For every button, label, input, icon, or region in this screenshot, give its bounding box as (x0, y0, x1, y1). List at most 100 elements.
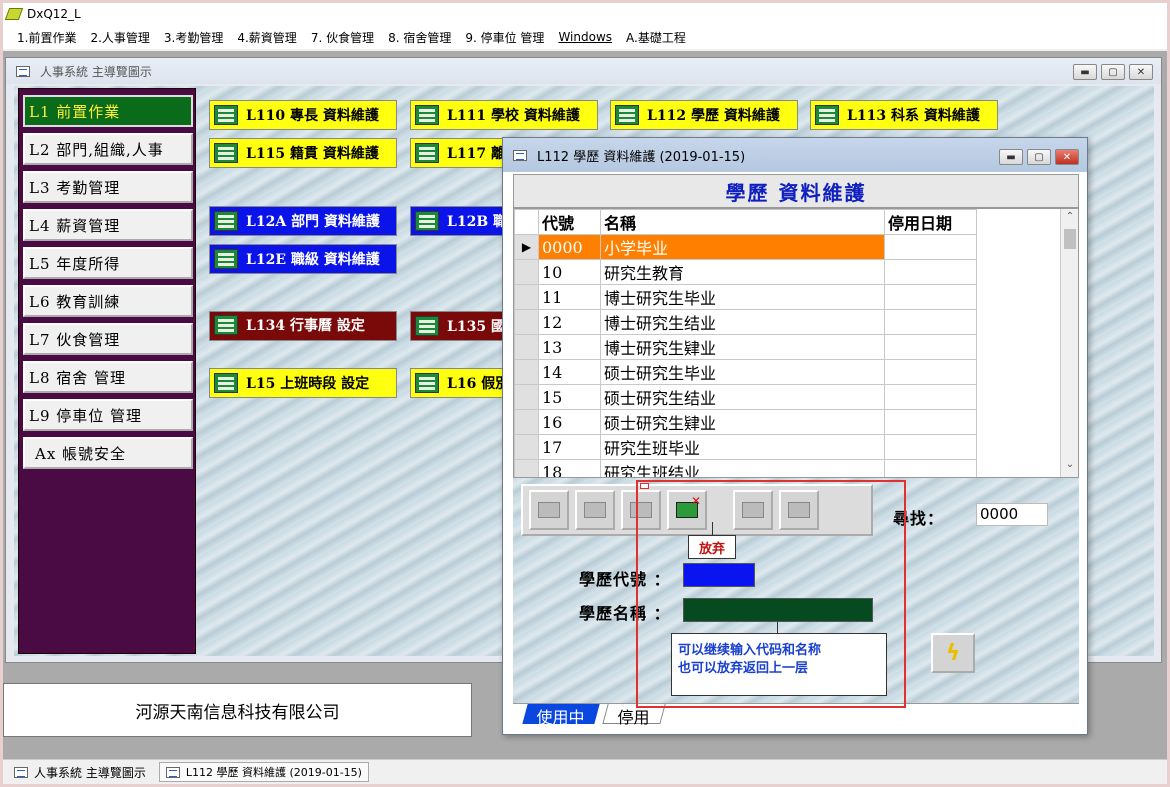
nav-l1[interactable]: L1 前置作業 (23, 95, 193, 127)
module-l117[interactable]: L117 離 (410, 138, 510, 168)
taskbar-item-main[interactable]: 人事系統 主導覽圖示 (7, 762, 153, 782)
taskbar-item-l112[interactable]: L112 學歷 資料維護 (2019-01-15) (158, 762, 369, 782)
edit-icon (584, 502, 606, 518)
table-row[interactable]: 12 博士研究生结业 (514, 309, 977, 335)
menu-item-attendance[interactable]: 3.考勤管理 (164, 29, 223, 46)
menu-item-salary[interactable]: 4.薪資管理 (237, 29, 296, 46)
nav-l6[interactable]: L6 教育訓練 (23, 285, 193, 317)
cell-name[interactable]: 硕士研究生毕业 (600, 359, 885, 385)
table-row[interactable]: 17 研究生班毕业 (514, 434, 977, 460)
module-l15[interactable]: L15 上班時段 設定 (209, 368, 397, 398)
cell-name[interactable]: 博士研究生肄业 (600, 334, 885, 360)
module-l16[interactable]: L16 假別 (410, 368, 510, 398)
cell-disabled-date[interactable] (884, 309, 977, 335)
cell-disabled-date[interactable] (884, 434, 977, 460)
edit-record-button[interactable] (575, 490, 615, 530)
cell-disabled-date[interactable] (884, 409, 977, 435)
scroll-down-icon[interactable]: ⌄ (1061, 459, 1078, 475)
cell-name[interactable]: 博士研究生结业 (600, 309, 885, 335)
table-row[interactable]: ▶ 0000 小学毕业 (514, 234, 977, 260)
module-l12e[interactable]: L12E 職級 資料維護 (209, 244, 397, 274)
menu-item-windows[interactable]: Windows (558, 30, 612, 44)
module-l111[interactable]: L111 學校 資料維護 (410, 100, 598, 130)
scroll-thumb[interactable] (1064, 229, 1076, 249)
cell-disabled-date[interactable] (884, 459, 977, 477)
lightning-icon: ϟ (945, 640, 961, 666)
module-l12a[interactable]: L12A 部門 資料維護 (209, 206, 397, 236)
cell-code[interactable]: 11 (538, 284, 601, 310)
dialog-minimize-button[interactable]: ▬ (999, 149, 1023, 165)
menu-item-base[interactable]: A.基礎工程 (626, 29, 686, 46)
module-l115[interactable]: L115 籍貫 資料維護 (209, 138, 397, 168)
cell-code[interactable]: 14 (538, 359, 601, 385)
col-code[interactable]: 代號 (538, 209, 601, 235)
cell-disabled-date[interactable] (884, 284, 977, 310)
module-icon (415, 373, 439, 393)
nav-l2[interactable]: L2 部門,組織,人事 (23, 133, 193, 165)
nav-l4[interactable]: L4 薪資管理 (23, 209, 193, 241)
minimize-button[interactable]: ▬ (1073, 64, 1097, 80)
cell-code[interactable]: 15 (538, 384, 601, 410)
cell-name[interactable]: 小学毕业 (600, 234, 885, 260)
menu-item-dorm[interactable]: 8. 宿舍管理 (388, 29, 451, 46)
menu-item-hr[interactable]: 2.人事管理 (90, 29, 149, 46)
cell-disabled-date[interactable] (884, 384, 977, 410)
cell-name[interactable]: 硕士研究生肄业 (600, 409, 885, 435)
table-row[interactable]: 14 硕士研究生毕业 (514, 359, 977, 385)
cell-name[interactable]: 硕士研究生结业 (600, 384, 885, 410)
cell-code[interactable]: 17 (538, 434, 601, 460)
col-name[interactable]: 名稱 (600, 209, 885, 235)
module-l135[interactable]: L135 國 (410, 311, 510, 341)
cell-code[interactable]: 12 (538, 309, 601, 335)
nav-l8[interactable]: L8 宿舍 管理 (23, 361, 193, 393)
module-l110[interactable]: L110 專長 資料維護 (209, 100, 397, 130)
dialog-close-button[interactable]: ✕ (1055, 149, 1079, 165)
table-row[interactable]: 10 研究生教育 (514, 259, 977, 285)
nav-l9[interactable]: L9 停車位 管理 (23, 399, 193, 431)
cell-disabled-date[interactable] (884, 359, 977, 385)
nav-l7[interactable]: L7 伙食管理 (23, 323, 193, 355)
module-l12b[interactable]: L12B 職 (410, 206, 510, 236)
cell-disabled-date[interactable] (884, 234, 977, 260)
module-icon (214, 105, 238, 125)
cell-disabled-date[interactable] (884, 259, 977, 285)
scroll-up-icon[interactable]: ⌃ (1061, 211, 1078, 227)
maximize-button[interactable]: ▢ (1101, 64, 1125, 80)
menu-item-meals[interactable]: 7. 伙食管理 (311, 29, 374, 46)
table-row[interactable]: 18 研究生班结业 (514, 459, 977, 477)
cell-disabled-date[interactable] (884, 334, 977, 360)
module-l112[interactable]: L112 學歷 資料維護 (610, 100, 798, 130)
nav-ax[interactable]: Ax 帳號安全 (23, 437, 193, 469)
nav-l5[interactable]: L5 年度所得 (23, 247, 193, 279)
col-disabled-date[interactable]: 停用日期 (884, 209, 977, 235)
cell-name[interactable]: 研究生班结业 (600, 459, 885, 477)
table-row[interactable]: 15 硕士研究生结业 (514, 384, 977, 410)
search-input[interactable]: 0000 (976, 503, 1048, 526)
cell-code[interactable]: 13 (538, 334, 601, 360)
dialog-maximize-button[interactable]: ▢ (1027, 149, 1051, 165)
close-button[interactable]: ✕ (1129, 64, 1153, 80)
table-row[interactable]: 13 博士研究生肄业 (514, 334, 977, 360)
tab-in-use[interactable]: 使用中 (522, 704, 600, 727)
table-row[interactable]: 11 博士研究生毕业 (514, 284, 977, 310)
cell-code[interactable]: 0000 (538, 234, 601, 260)
company-name-box: 河源天南信息科技有限公司 (3, 683, 472, 737)
nav-l3[interactable]: L3 考勤管理 (23, 171, 193, 203)
module-icon (415, 143, 439, 163)
menu-item-parking[interactable]: 9. 停車位 管理 (465, 29, 544, 46)
lightning-button[interactable]: ϟ (931, 633, 975, 673)
cell-name[interactable]: 研究生班毕业 (600, 434, 885, 460)
module-l134[interactable]: L134 行事曆 設定 (209, 311, 397, 341)
add-record-button[interactable] (529, 490, 569, 530)
cell-code[interactable]: 16 (538, 409, 601, 435)
cell-name[interactable]: 研究生教育 (600, 259, 885, 285)
module-icon (615, 105, 639, 125)
cell-code[interactable]: 10 (538, 259, 601, 285)
cell-name[interactable]: 博士研究生毕业 (600, 284, 885, 310)
grid-scrollbar[interactable]: ⌃ ⌄ (1060, 209, 1078, 477)
table-row[interactable]: 16 硕士研究生肄业 (514, 409, 977, 435)
highlight-marker (640, 483, 649, 489)
cell-code[interactable]: 18 (538, 459, 601, 477)
menu-item-preset[interactable]: 1.前置作業 (17, 29, 76, 46)
module-l113[interactable]: L113 科系 資料維護 (810, 100, 998, 130)
